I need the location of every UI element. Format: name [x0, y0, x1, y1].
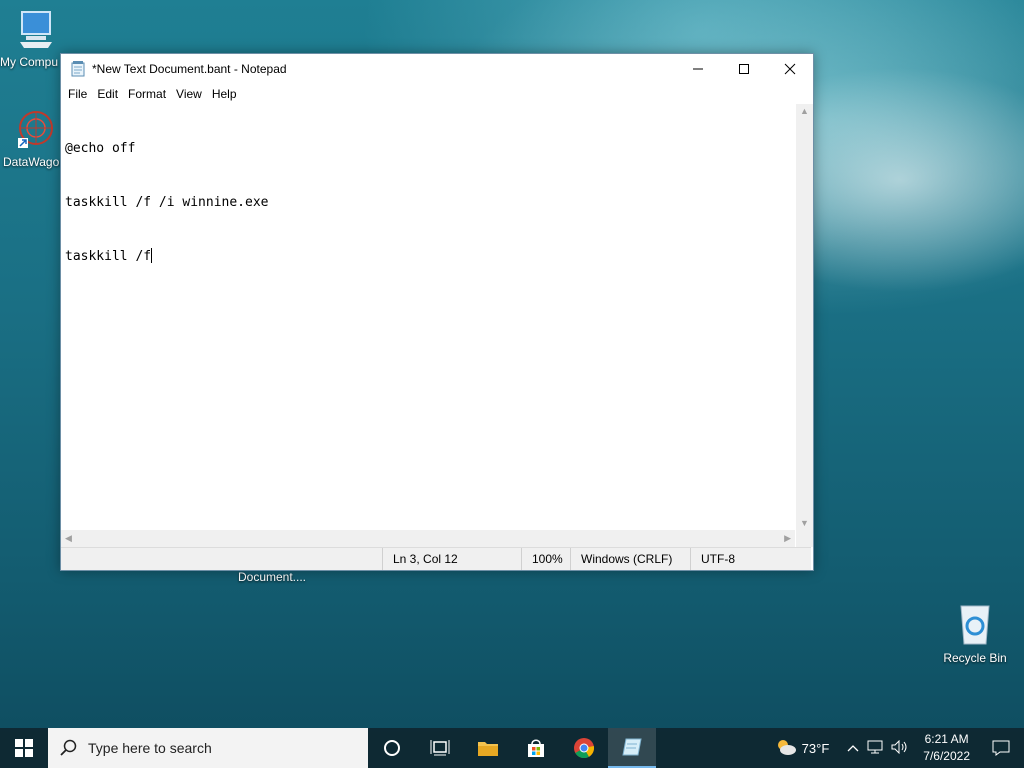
menu-file[interactable]: File	[63, 84, 92, 104]
file-explorer-button[interactable]	[464, 728, 512, 768]
minimize-button[interactable]	[675, 54, 721, 84]
recycle-bin-icon	[955, 605, 995, 649]
editor-line: taskkill /f	[65, 248, 795, 266]
microsoft-store-button[interactable]	[512, 728, 560, 768]
close-icon	[784, 63, 796, 75]
task-view-button[interactable]	[416, 728, 464, 768]
scroll-down-icon[interactable]: ▼	[800, 518, 809, 528]
notification-icon	[992, 740, 1010, 756]
horizontal-scrollbar[interactable]: ◀ ▶	[61, 530, 795, 547]
close-button[interactable]	[767, 54, 813, 84]
scroll-up-icon[interactable]: ▲	[800, 106, 809, 116]
datawagon-icon	[16, 111, 56, 153]
text-cursor	[151, 248, 153, 263]
status-bar: Ln 3, Col 12 100% Windows (CRLF) UTF-8	[61, 547, 811, 570]
task-view-icon	[430, 740, 450, 756]
vertical-scrollbar[interactable]: ▲ ▼	[796, 104, 813, 530]
maximize-button[interactable]	[721, 54, 767, 84]
menu-view[interactable]: View	[171, 84, 207, 104]
folder-icon	[478, 742, 498, 756]
computer-icon	[18, 11, 54, 53]
menu-edit[interactable]: Edit	[92, 84, 123, 104]
desktop-icon-label: Document....	[237, 570, 307, 584]
menu-help[interactable]: Help	[207, 84, 242, 104]
cortana-icon	[384, 740, 400, 756]
status-position: Ln 3, Col 12	[382, 548, 521, 570]
chrome-button[interactable]	[560, 728, 608, 768]
cortana-button[interactable]	[368, 728, 416, 768]
minimize-icon	[693, 68, 703, 70]
store-icon	[528, 739, 544, 757]
notepad-taskbar-button[interactable]	[608, 728, 656, 768]
scroll-left-icon[interactable]: ◀	[65, 533, 72, 544]
window-title: *New Text Document.bant - Notepad	[92, 62, 287, 76]
desktop-icon-label: Recycle Bin	[943, 651, 1007, 665]
system-tray: 73°F 6:21 AM 7/6/2022	[774, 728, 1024, 768]
clock-date: 7/6/2022	[923, 749, 970, 763]
menu-bar: File Edit Format View Help	[61, 84, 813, 104]
title-bar[interactable]: *New Text Document.bant - Notepad	[61, 54, 813, 84]
taskbar: Type here to search 73°F 6:21 AM 7/6/202…	[0, 728, 1024, 768]
network-icon[interactable]	[867, 740, 883, 757]
start-button[interactable]	[0, 728, 48, 768]
status-line-ending: Windows (CRLF)	[570, 548, 691, 570]
taskbar-search-box[interactable]: Type here to search	[48, 728, 368, 768]
notepad-icon	[622, 738, 642, 756]
desktop-icon-recycle-bin[interactable]: Recycle Bin	[935, 602, 1015, 665]
editor-line-text: taskkill /f	[65, 249, 152, 264]
scroll-right-icon[interactable]: ▶	[784, 533, 791, 544]
status-encoding: UTF-8	[690, 548, 811, 570]
editor-line: @echo off	[65, 141, 136, 156]
editor-line: taskkill /f /i winnine.exe	[65, 195, 269, 210]
volume-icon[interactable]	[891, 739, 909, 757]
chrome-icon	[574, 738, 595, 759]
notification-button[interactable]	[978, 740, 1024, 756]
chevron-up-icon[interactable]	[847, 741, 859, 755]
status-zoom: 100%	[521, 548, 572, 570]
menu-format[interactable]: Format	[123, 84, 171, 104]
scrollbar-corner	[796, 530, 813, 547]
windows-logo-icon	[15, 739, 33, 757]
maximize-icon	[739, 64, 749, 74]
weather-icon[interactable]	[774, 737, 798, 760]
notepad-window[interactable]: *New Text Document.bant - Notepad File E…	[60, 53, 814, 571]
notepad-icon	[70, 61, 86, 77]
weather-temp[interactable]: 73°F	[802, 741, 830, 756]
search-icon	[60, 739, 77, 756]
clock-time: 6:21 AM	[924, 732, 969, 746]
search-placeholder: Type here to search	[88, 740, 212, 756]
text-editor[interactable]: @echo off taskkill /f /i winnine.exe tas…	[61, 104, 795, 530]
clock[interactable]: 6:21 AM 7/6/2022	[915, 731, 978, 765]
